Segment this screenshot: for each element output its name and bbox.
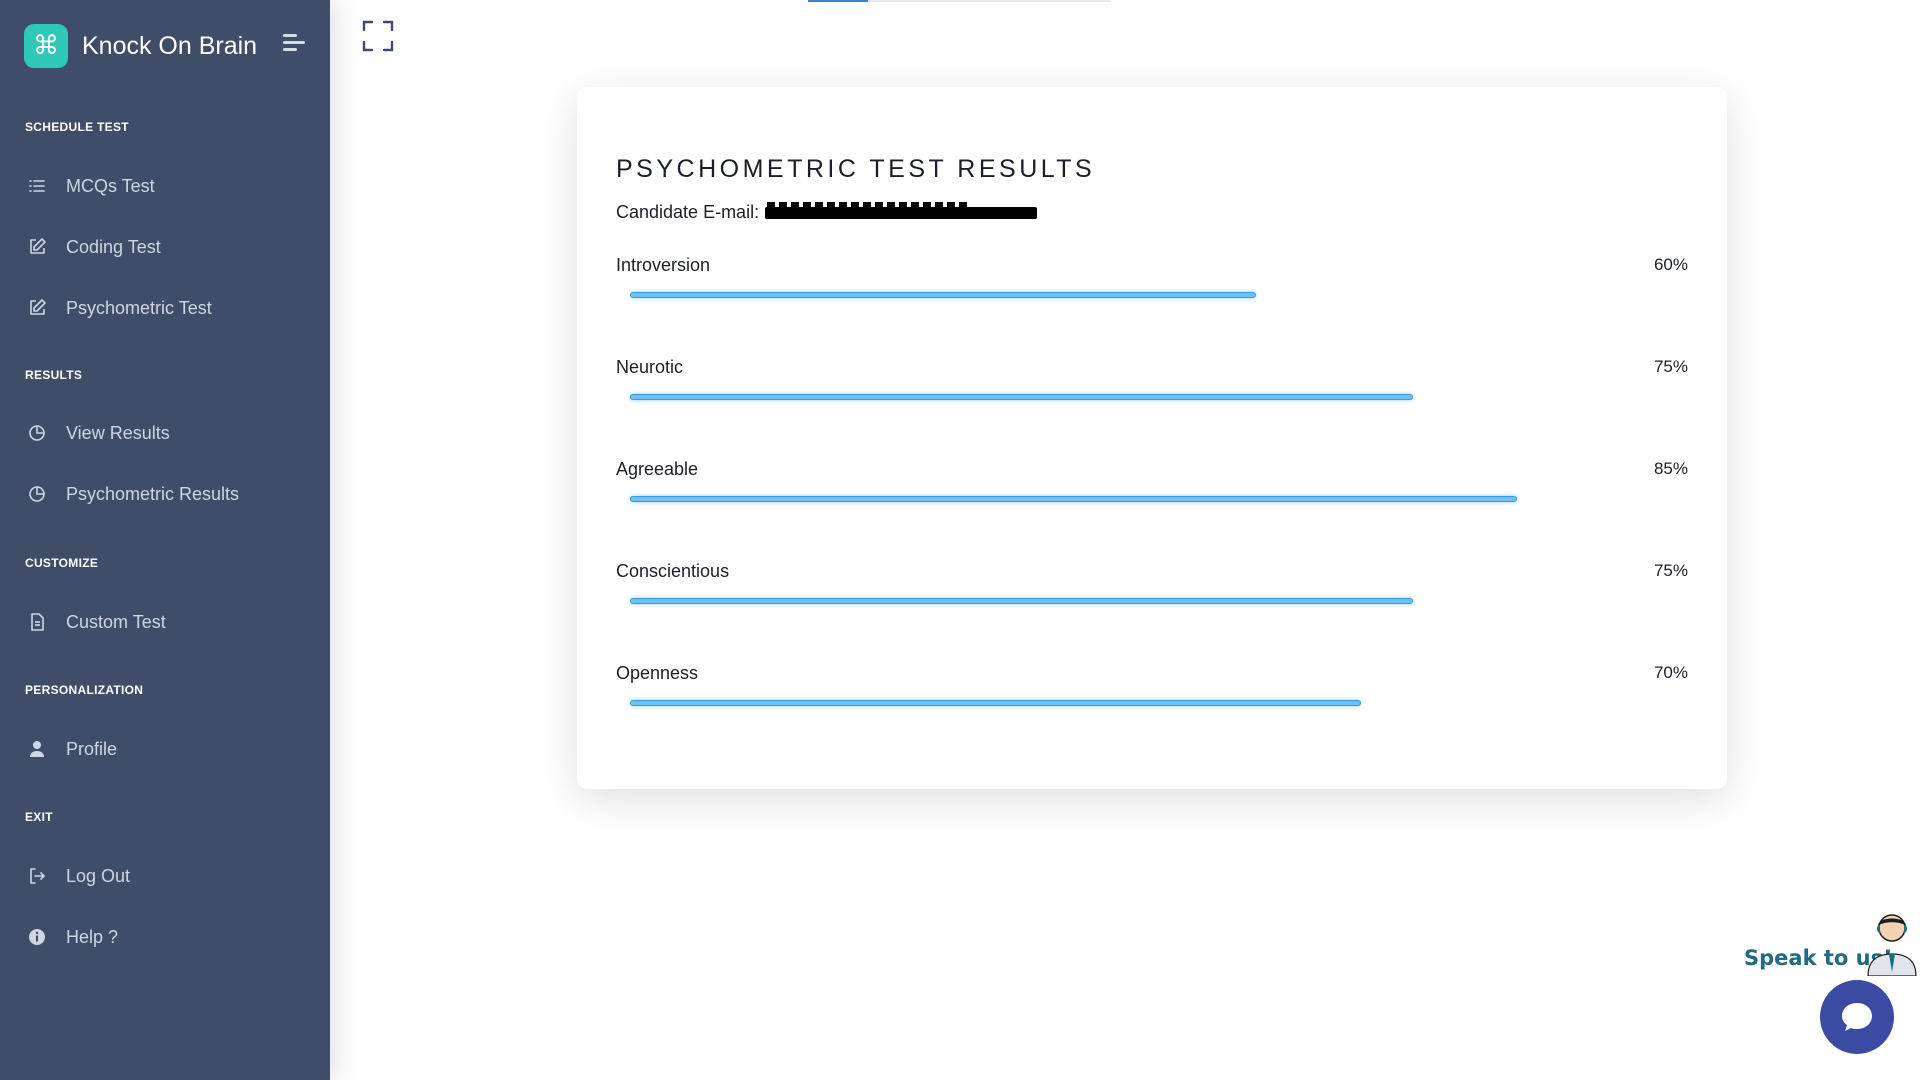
support-agent-avatar[interactable] (1862, 910, 1920, 977)
command-logo-icon: ⌘ (24, 24, 68, 68)
progress-bar (630, 496, 1518, 502)
candidate-email-label: Candidate E-mail: (616, 202, 760, 222)
sidebar-item-mcqs-test[interactable]: MCQs Test (0, 164, 330, 208)
redacted-email (765, 201, 1038, 219)
sidebar-item-label: Custom Test (66, 611, 166, 632)
progress-track (630, 496, 1674, 502)
sidebar: ⌘ Knock On Brain SCHEDULE TEST MCQs Test… (0, 0, 330, 1080)
sidebar-item-label: Coding Test (66, 236, 161, 257)
active-tab-indicator (808, 0, 868, 2)
metric-value: 75% (1653, 561, 1688, 580)
menu-toggle-icon[interactable] (283, 34, 305, 52)
progress-track (630, 292, 1674, 298)
info-icon (26, 926, 48, 948)
metric-row-introversion: Introversion 60% (616, 255, 1688, 335)
pie-chart-icon (26, 483, 48, 505)
metric-row-openness: Openness 70% (616, 663, 1688, 743)
sidebar-item-label: MCQs Test (66, 175, 155, 196)
list-icon (26, 175, 48, 197)
sidebar-item-psychometric-results[interactable]: Psychometric Results (0, 472, 330, 516)
metric-row-neurotic: Neurotic 75% (616, 357, 1688, 437)
progress-bar (630, 700, 1361, 706)
section-label-personalization: PERSONALIZATION (25, 683, 144, 697)
metric-value: 75% (1653, 357, 1688, 376)
chat-button[interactable] (1820, 980, 1894, 1054)
brand[interactable]: ⌘ Knock On Brain (24, 24, 257, 68)
metric-label: Agreeable (616, 459, 699, 479)
section-label-results: RESULTS (25, 368, 83, 382)
user-icon (26, 738, 48, 760)
sidebar-item-custom-test[interactable]: Custom Test (0, 600, 330, 644)
chat-bubble-icon (1842, 1003, 1872, 1031)
metric-label: Introversion (616, 255, 711, 275)
page-title: PSYCHOMETRIC TEST RESULTS (616, 155, 1096, 183)
sidebar-item-log-out[interactable]: Log Out (0, 854, 330, 898)
sidebar-item-psychometric-test[interactable]: Psychometric Test (0, 286, 330, 330)
progress-bar (630, 598, 1413, 604)
metric-value: 85% (1653, 459, 1688, 478)
candidate-email: Candidate E-mail: (616, 201, 1038, 223)
results-card: PSYCHOMETRIC TEST RESULTS Candidate E-ma… (577, 87, 1727, 789)
sidebar-item-view-results[interactable]: View Results (0, 411, 330, 455)
sidebar-item-label: Psychometric Results (66, 483, 240, 504)
logout-icon (26, 865, 48, 887)
section-label-customize: CUSTOMIZE (25, 556, 99, 570)
brand-name: Knock On Brain (82, 31, 258, 60)
sidebar-item-label: View Results (66, 422, 170, 443)
fullscreen-icon[interactable] (362, 20, 394, 52)
progress-bar (630, 394, 1413, 400)
pie-chart-icon (26, 422, 48, 444)
top-tab-indicator (808, 0, 1110, 2)
sidebar-item-label: Psychometric Test (66, 297, 212, 318)
document-icon (26, 611, 48, 633)
metric-value: 70% (1653, 663, 1688, 682)
progress-track (630, 394, 1674, 400)
progress-track (630, 700, 1674, 706)
edit-icon (26, 236, 48, 258)
sidebar-item-label: Log Out (66, 865, 131, 886)
metric-row-conscientious: Conscientious 75% (616, 561, 1688, 641)
metric-label: Conscientious (616, 561, 730, 581)
progress-bar (630, 292, 1257, 298)
sidebar-item-profile[interactable]: Profile (0, 727, 330, 771)
sidebar-item-label: Profile (66, 738, 118, 759)
metric-value: 60% (1653, 255, 1688, 274)
metric-row-agreeable: Agreeable 85% (616, 459, 1688, 539)
sidebar-item-coding-test[interactable]: Coding Test (0, 225, 330, 269)
sidebar-item-label: Help ? (66, 926, 119, 947)
progress-track (630, 598, 1674, 604)
sidebar-item-help[interactable]: Help ? (0, 915, 330, 959)
edit-icon (26, 297, 48, 319)
metric-label: Neurotic (616, 357, 684, 377)
metric-label: Openness (616, 663, 699, 683)
section-label-schedule-test: SCHEDULE TEST (25, 120, 129, 134)
section-label-exit: EXIT (25, 810, 53, 824)
